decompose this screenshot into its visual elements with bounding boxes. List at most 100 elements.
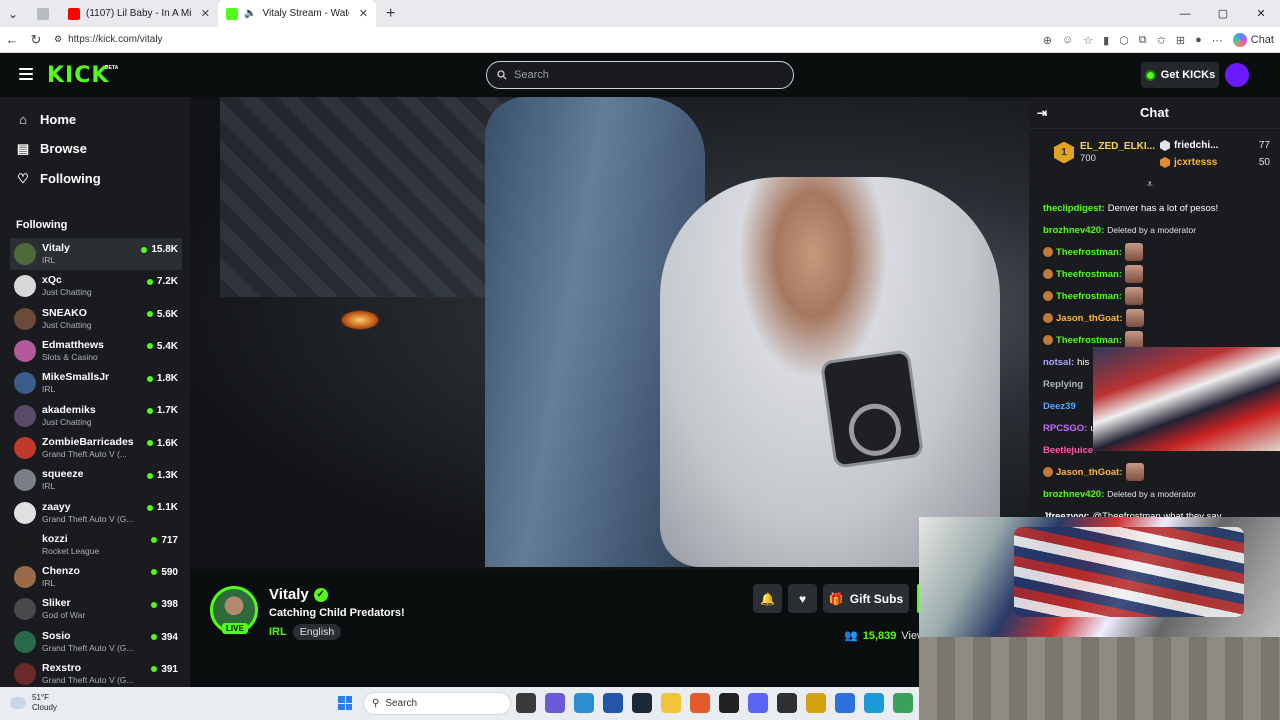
video-player[interactable]	[190, 97, 1029, 569]
pip-video-large[interactable]	[919, 517, 1280, 720]
file-explorer-icon[interactable]	[661, 693, 681, 713]
split-screen-icon[interactable]: ⧉	[1139, 34, 1147, 47]
chat-username[interactable]: Replying	[1043, 379, 1083, 390]
discord-icon[interactable]	[748, 693, 768, 713]
steam-icon[interactable]	[632, 693, 652, 713]
chat-username[interactable]: Theefrostman:	[1056, 335, 1122, 346]
store-icon[interactable]	[603, 693, 623, 713]
favorites-icon[interactable]: ✩	[1157, 34, 1166, 47]
new-tab-plus-icon[interactable]: +	[376, 5, 405, 23]
puzzle-icon[interactable]: ⬡	[1119, 34, 1129, 47]
chat-username[interactable]: Jason_thGoat:	[1056, 467, 1123, 478]
tab-youtube[interactable]: (1107) Lil Baby - In A Minute (Offic ✕	[60, 0, 218, 27]
sidebar-item-following[interactable]: ♡ Following	[16, 171, 100, 187]
copilot-button[interactable]: Chat	[1232, 33, 1274, 47]
refresh-icon[interactable]: ↻	[24, 27, 48, 53]
tab-list-chevron-icon[interactable]: ⌄	[0, 0, 26, 27]
close-tab-icon[interactable]: ✕	[201, 7, 210, 20]
close-tab-icon[interactable]: ✕	[359, 7, 368, 20]
chat-username[interactable]: brozhnev420:	[1043, 489, 1104, 500]
sidebar-channel-item[interactable]: SNEAKO Just Chatting 5.6K	[10, 303, 182, 335]
chat-message[interactable]: Theefrostman:	[1043, 285, 1278, 307]
url-field[interactable]: ⚙ https://kick.com/vitaly	[54, 34, 163, 45]
expand-leaderboard-icon[interactable]: ⩡	[1147, 179, 1153, 190]
sidebar-channel-item[interactable]: Vitaly IRL 15.8K	[10, 238, 182, 271]
sidebar-channel-item[interactable]: xQc Just Chatting 7.2K	[10, 270, 182, 302]
chat-message[interactable]: brozhnev420: Deleted by a moderator	[1043, 483, 1278, 505]
notification-bell-button[interactable]: 🔔	[753, 584, 782, 613]
sidebar-channel-item[interactable]: kozzi Rocket League 717	[10, 529, 182, 561]
leaderboard-row[interactable]: jcxrtesss 50	[1160, 157, 1270, 168]
sidebar-item-home[interactable]: ⌂ Home	[16, 112, 76, 127]
chat-username[interactable]: theclipdigest:	[1043, 203, 1105, 214]
kick-logo[interactable]: KICK	[47, 63, 109, 88]
sidebar-channel-item[interactable]: ZombieBarricades Grand Theft Auto V (... 1…	[10, 432, 182, 464]
more-icon[interactable]: ⋯	[1212, 34, 1223, 47]
streamer-name[interactable]: Vitaly ✓	[269, 586, 328, 603]
sidebar-channel-item[interactable]: Edmatthews Slots & Casino 5.4K	[10, 335, 182, 367]
chat-message[interactable]: Jfreezyyy: @Theefrostman what they say	[1043, 505, 1278, 518]
search-bar[interactable]	[486, 61, 794, 89]
tab-kick[interactable]: 🔈 Vitaly Stream - Watch Live on ✕	[218, 0, 376, 27]
windows-start-icon[interactable]	[338, 696, 352, 710]
sidebar-channel-item[interactable]: squeeze IRL 1.3K	[10, 464, 182, 496]
chat-username[interactable]: Jason_thGoat:	[1056, 313, 1123, 324]
chat-message[interactable]: theclipdigest: Denver has a lot of pesos!	[1043, 197, 1278, 219]
language-tag[interactable]: English	[292, 624, 342, 640]
chat-message[interactable]: Theefrostman:	[1043, 241, 1278, 263]
collections-icon[interactable]: ⊞	[1176, 34, 1185, 47]
pinned-tab[interactable]	[26, 0, 60, 27]
favorite-star-icon[interactable]: ☆	[1083, 34, 1093, 47]
favorite-heart-button[interactable]: ♥	[788, 584, 817, 613]
chat-username[interactable]: brozhnev420:	[1043, 225, 1104, 236]
get-kicks-button[interactable]: Get KICKs	[1141, 62, 1219, 88]
rockstar-icon[interactable]	[806, 693, 826, 713]
chat-message[interactable]: brozhnev420: Deleted by a moderator	[1043, 219, 1278, 241]
chat-username[interactable]: RPCSGO:	[1043, 423, 1087, 434]
sidebar-channel-item[interactable]: MikeSmallsJr IRL 1.8K	[10, 367, 182, 399]
collapse-chat-icon[interactable]: ⇥	[1037, 106, 1047, 120]
edge-icon[interactable]	[864, 693, 884, 713]
chat-username[interactable]: notsal:	[1043, 357, 1074, 368]
sidebar-channel-item[interactable]: akademiks Just Chatting 1.7K	[10, 399, 182, 431]
chat-username[interactable]: Deez39	[1043, 401, 1076, 412]
close-window-icon[interactable]: ✕	[1242, 0, 1280, 27]
extension-icon[interactable]: ▮	[1103, 34, 1109, 47]
sidebar-item-browse[interactable]: ▤ Browse	[16, 141, 87, 157]
app-icon[interactable]	[574, 693, 594, 713]
category-link[interactable]: IRL	[269, 626, 287, 638]
task-view-icon[interactable]	[516, 693, 536, 713]
weather-widget[interactable]: 51°F Cloudy	[10, 693, 57, 713]
gift-subs-button[interactable]: 🎁 Gift Subs	[823, 584, 909, 613]
epic-games-icon[interactable]	[777, 693, 797, 713]
sidebar-channel-item[interactable]: Chenzo IRL 590	[10, 561, 182, 593]
pip-video-small[interactable]	[1093, 347, 1280, 451]
app-icon[interactable]	[719, 693, 739, 713]
chat-username[interactable]: Theefrostman:	[1056, 269, 1122, 280]
chat-message[interactable]: Jason_thGoat:	[1043, 307, 1278, 329]
sidebar-channel-item[interactable]: Sliker God of War 398	[10, 593, 182, 625]
sidebar-channel-item[interactable]: zaayy Grand Theft Auto V (G... 1.1K	[10, 496, 182, 528]
leaderboard-top-gifter[interactable]: 1 EL_ZED_ELKI... 700	[1054, 140, 1155, 165]
minimize-icon[interactable]: —	[1166, 0, 1204, 27]
taskbar-search[interactable]: ⚲ Search	[363, 692, 511, 715]
speaker-icon[interactable]: 🔈	[244, 8, 256, 19]
leaderboard-row[interactable]: friedchi... 77	[1160, 140, 1270, 151]
user-avatar[interactable]	[1225, 63, 1249, 87]
sidebar-channel-item[interactable]: Rexstro Grand Theft Auto V (G... 391	[10, 658, 182, 687]
zoom-icon[interactable]: ⊕	[1043, 34, 1052, 47]
back-arrow-icon[interactable]: ←	[0, 27, 24, 53]
menu-hamburger-icon[interactable]	[19, 68, 33, 80]
chat-username[interactable]: Beetlejuice	[1043, 445, 1093, 456]
chat-message[interactable]: Jason_thGoat:	[1043, 461, 1278, 483]
chat-username[interactable]: Theefrostman:	[1056, 291, 1122, 302]
app-icon[interactable]	[835, 693, 855, 713]
app-icon[interactable]	[690, 693, 710, 713]
search-input[interactable]	[514, 69, 754, 81]
app-icon[interactable]	[893, 693, 913, 713]
reader-icon[interactable]: ☺	[1062, 34, 1073, 46]
site-info-icon[interactable]: ⚙	[54, 34, 62, 45]
sidebar-channel-item[interactable]: Sosio Grand Theft Auto V (G... 394	[10, 626, 182, 658]
chat-username[interactable]: Theefrostman:	[1056, 247, 1122, 258]
profile-icon[interactable]: ●	[1195, 34, 1202, 46]
